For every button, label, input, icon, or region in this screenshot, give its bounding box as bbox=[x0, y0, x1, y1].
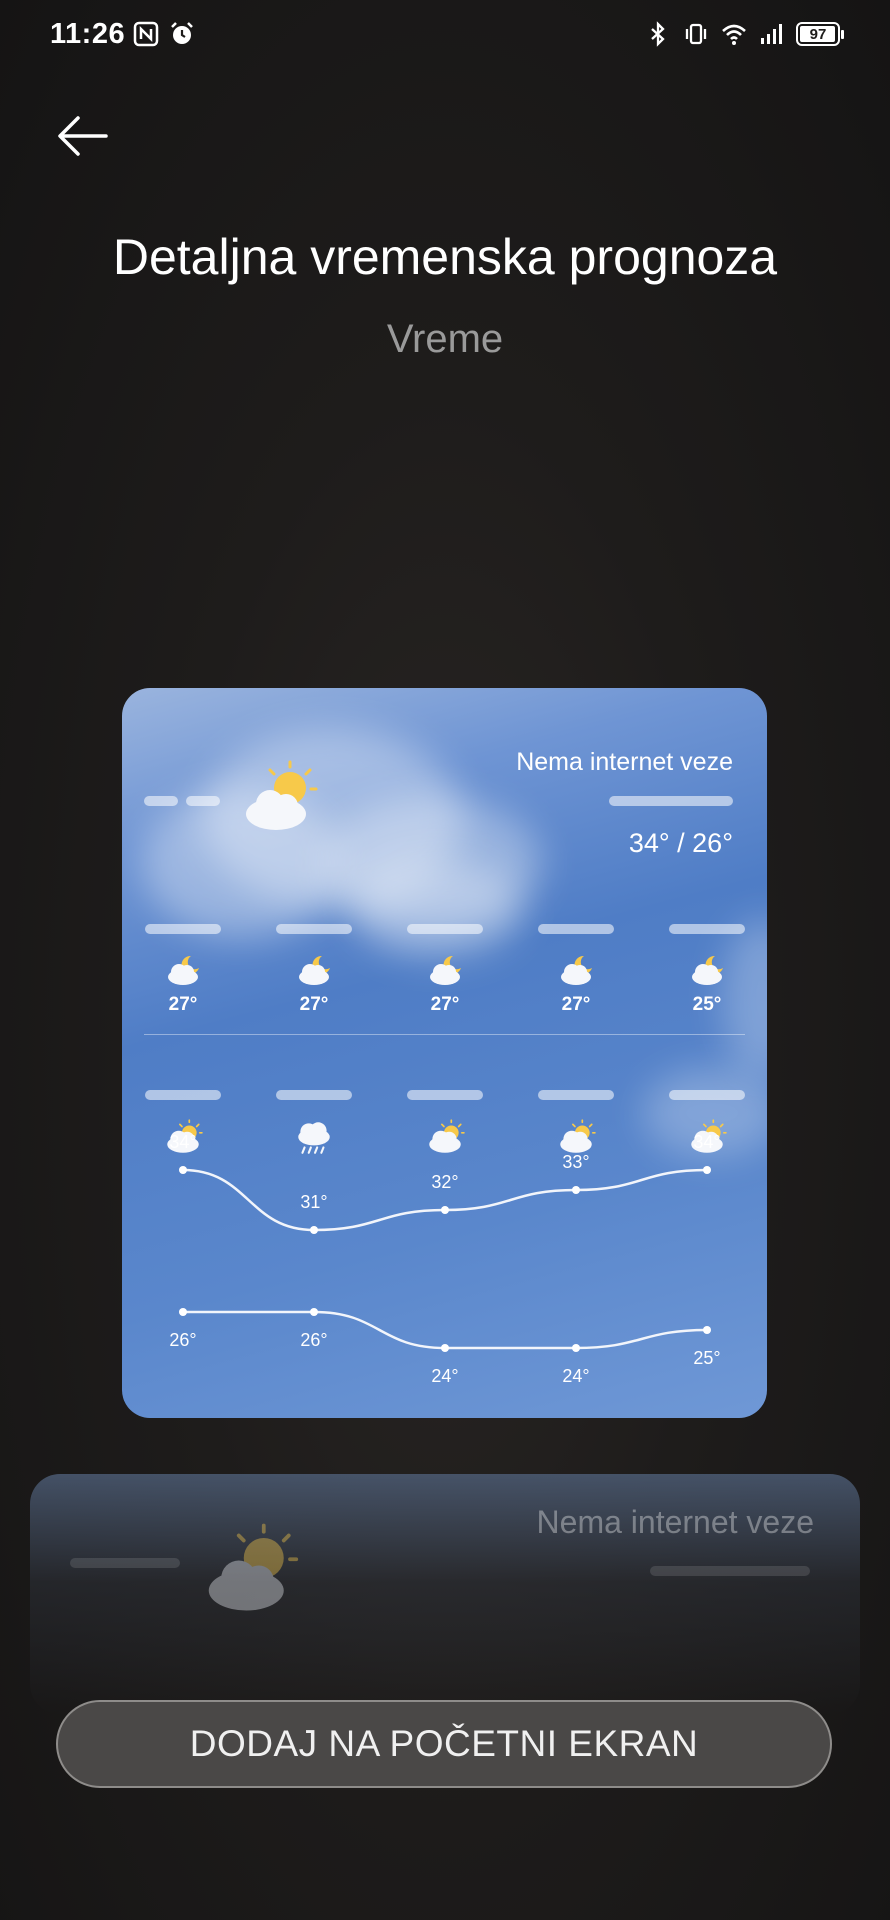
nfc-icon bbox=[133, 21, 159, 47]
low-temp-line-label: 24° bbox=[431, 1366, 458, 1386]
low-temp-line-point bbox=[572, 1344, 580, 1352]
high-temp-line-label: 31° bbox=[300, 1192, 327, 1212]
widget-status-text: Nema internet veze bbox=[536, 1504, 814, 1540]
status-time: 11:26 bbox=[50, 18, 126, 50]
low-temp-line-label: 26° bbox=[169, 1330, 196, 1350]
high-temp-line-point bbox=[441, 1206, 449, 1214]
wifi-icon bbox=[722, 24, 746, 45]
low-temp-line-point bbox=[441, 1344, 449, 1352]
description-placeholder bbox=[650, 1566, 810, 1576]
page-title: Detaljna vremenska prognoza bbox=[112, 229, 778, 285]
low-temp-line-label: 26° bbox=[300, 1330, 327, 1350]
low-temp-line-point bbox=[703, 1326, 711, 1334]
high-temp-line-label: 34° bbox=[169, 1132, 196, 1152]
vibrate-icon bbox=[685, 23, 707, 45]
low-temp-line-label: 24° bbox=[562, 1366, 589, 1386]
high-temp-line-label: 34° bbox=[693, 1132, 720, 1152]
high-temp-line-point bbox=[703, 1166, 711, 1174]
high-temp-line-point bbox=[310, 1226, 318, 1234]
page-subtitle: Vreme bbox=[386, 317, 504, 361]
partly-sunny-icon bbox=[208, 1523, 299, 1611]
back-arrow-icon[interactable] bbox=[52, 108, 112, 168]
alarm-icon bbox=[171, 22, 193, 44]
high-temp-line-label: 33° bbox=[562, 1152, 589, 1172]
high-temp-line-point bbox=[179, 1166, 187, 1174]
location-placeholder bbox=[70, 1558, 180, 1568]
add-to-home-screen-button[interactable]: DODAJ NA POČETNI EKRAN bbox=[56, 1700, 832, 1788]
weather-widget-preview[interactable]: Nema internet veze 34° / 26° 27° 27° 27° 27… bbox=[122, 688, 767, 1418]
signal-icon bbox=[761, 24, 782, 44]
bluetooth-icon bbox=[651, 21, 665, 47]
widget-option-preview[interactable]: Nema internet veze bbox=[30, 1474, 860, 1714]
status-bar: 11:26 97 bbox=[0, 0, 890, 72]
high-temp-line-point bbox=[572, 1186, 580, 1194]
low-temp-line-point bbox=[179, 1308, 187, 1316]
battery-level: 97 bbox=[809, 25, 827, 43]
low-temp-line bbox=[182, 1310, 708, 1350]
temp-trend-chart: 34° 31° 32° 33° 34° 26° 26° 24° 24° 25° bbox=[169, 1132, 720, 1386]
battery-icon: 97 bbox=[796, 22, 844, 46]
high-temp-line-label: 32° bbox=[431, 1172, 458, 1192]
low-temp-line-label: 25° bbox=[693, 1348, 720, 1368]
low-temp-line-point bbox=[310, 1308, 318, 1316]
